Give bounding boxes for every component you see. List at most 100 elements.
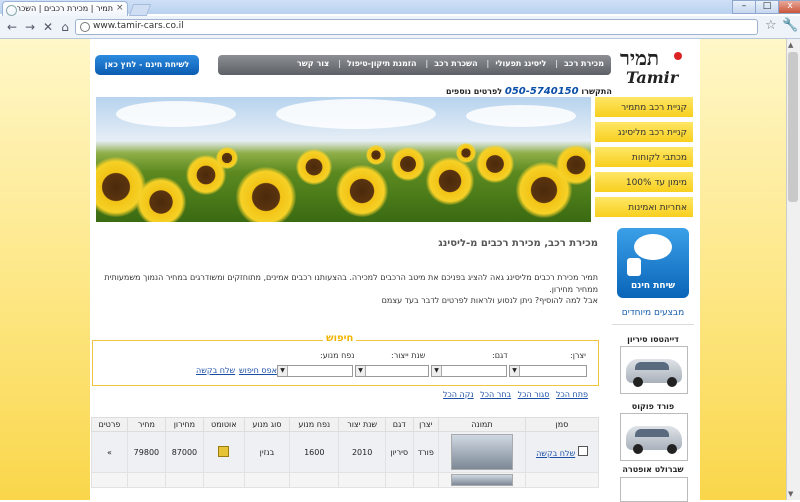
price-cell: 79800 <box>126 431 166 473</box>
model-select[interactable]: ▼ <box>431 365 507 377</box>
image-cell[interactable] <box>438 431 526 473</box>
automatic-cell <box>202 431 245 473</box>
divider <box>612 324 694 325</box>
automatic-icon <box>218 445 230 457</box>
site-logo[interactable]: תמיר Tamir <box>620 46 696 90</box>
car-thumbnail[interactable] <box>450 474 513 486</box>
clear-all-link[interactable]: נקה הכל <box>443 390 474 399</box>
page-title: מכירת רכב, מכירת רכבים מ-ליסינג <box>438 238 598 249</box>
send-request-link[interactable]: שלח בקשה <box>536 449 575 458</box>
model-label: דגם: <box>492 351 508 360</box>
col-maker: יצרן <box>412 417 440 432</box>
row-checkbox[interactable] <box>577 446 588 456</box>
featured-car-image[interactable] <box>620 413 688 461</box>
featured-car-title[interactable]: פורד פוקוס <box>612 402 694 411</box>
sidebar-item-testimonials[interactable]: מכתבי לקוחות <box>595 147 693 169</box>
sidebar-item-warranty[interactable]: אחריות ואמינות <box>595 197 693 219</box>
search-legend: חיפוש <box>323 333 357 344</box>
home-icon[interactable]: ⌂ <box>57 19 73 35</box>
sidebar-item-financing[interactable]: מימון עד 100% <box>595 172 693 194</box>
chat-bubble-icon <box>634 234 672 260</box>
sidebar-item-buy-leasing[interactable]: קניית רכב מליסינג <box>595 122 693 144</box>
scroll-thumb[interactable] <box>788 52 798 202</box>
back-icon[interactable]: ← <box>4 19 20 35</box>
select-cell[interactable]: שלח בקשה <box>524 431 600 473</box>
year-cell: 2010 <box>338 431 386 473</box>
person-icon <box>627 258 641 276</box>
col-automatic: אוטומט <box>202 417 245 432</box>
tab-title: תמיר | מכירת רכבים | השכרה <box>17 4 113 13</box>
scroll-down-icon[interactable]: ▼ <box>788 490 793 498</box>
free-call-label: שיחת חינם <box>630 281 676 291</box>
fuel-cell: בנזין <box>243 431 291 473</box>
forward-icon[interactable]: → <box>22 19 38 35</box>
contact-prefix: התקשרו <box>581 87 612 96</box>
minimize-button[interactable]: – <box>732 0 756 14</box>
free-call-widget[interactable]: שיחת חינם <box>617 228 689 298</box>
browser-toolbar: ← → ✕ ⌂ www.tamir-cars.co.il <box>0 16 800 39</box>
list-price-cell: 87000 <box>164 431 204 473</box>
cars-table: סמן תמונה יצרן דגם שנת יצור נפח מנוע סוג… <box>91 417 600 488</box>
featured-car-image[interactable] <box>620 477 688 502</box>
table-row <box>91 472 600 488</box>
contact-phone[interactable]: 050-5740150 <box>505 86 579 97</box>
car-thumbnail[interactable] <box>450 434 513 470</box>
sidebar-item-buy-from-tamir[interactable]: קניית רכב מתמיר <box>595 97 693 119</box>
intro-text-2: אבל למה להוסיף? ניתן לנסוע ולראות לפרטים… <box>381 296 598 305</box>
engine-cell: 1600 <box>289 431 340 473</box>
logo-latin: Tamir <box>626 68 679 87</box>
scroll-up-icon[interactable]: ▲ <box>788 41 793 49</box>
table-row: שלח בקשה פורד סיריון 2010 1600 בנזין 870… <box>91 431 600 473</box>
nav-item-rental[interactable]: השכרת רכב <box>431 59 480 68</box>
table-header-row: סמן תמונה יצרן דגם שנת יצור נפח מנוע סוג… <box>91 417 600 432</box>
search-box <box>92 340 599 386</box>
intro-text: תמיר מכירת רכבים מליסינג גאה להציג בפניכ… <box>104 273 598 294</box>
engine-select[interactable]: ▼ <box>277 365 353 377</box>
send-request-link[interactable]: שלח בקשה <box>196 366 235 375</box>
stop-icon[interactable]: ✕ <box>40 19 56 35</box>
logo-dot <box>674 52 682 60</box>
col-year: שנת יצור <box>338 417 386 432</box>
page-icon <box>80 22 90 32</box>
details-expand-icon[interactable]: » <box>91 431 128 473</box>
maximize-button[interactable]: □ <box>755 0 779 14</box>
col-model: דגם <box>384 417 414 432</box>
top-navigation: מכירת רכב| ליסינג תפעולי| השכרת רכב| הזמ… <box>218 55 611 75</box>
bookmark-star-icon[interactable]: ☆ <box>765 18 777 33</box>
favicon-icon <box>6 5 17 16</box>
close-window-button[interactable]: x <box>778 0 800 14</box>
col-image: תמונה <box>438 417 526 432</box>
featured-car-title[interactable]: שברולט אופטרה <box>612 465 694 474</box>
maker-label: יצרן: <box>570 351 586 360</box>
wrench-icon[interactable]: 🔧 <box>782 18 798 33</box>
engine-label: נפח מנוע: <box>320 351 355 360</box>
table-actions: פתח הכל סגור הכל בחר הכל נקה הכל <box>439 390 588 399</box>
new-tab-button[interactable] <box>128 4 152 16</box>
nav-item-car-sales[interactable]: מכירת רכב <box>561 59 607 68</box>
col-price: מחיר <box>126 417 166 432</box>
nav-item-leasing[interactable]: ליסינג תפעולי <box>492 59 549 68</box>
select-all-link[interactable]: בחר הכל <box>480 390 511 399</box>
open-all-link[interactable]: פתח הכל <box>556 390 588 399</box>
featured-car-title[interactable]: דייהטסו סיריון <box>612 335 694 344</box>
nav-item-repair[interactable]: הזמנת תיקון-טיפול <box>344 59 420 68</box>
maker-cell: פורד <box>412 431 440 473</box>
maker-select[interactable]: ▼ <box>509 365 587 377</box>
reset-search-link[interactable]: אפס חיפוש <box>239 366 277 375</box>
address-bar[interactable]: www.tamir-cars.co.il <box>75 19 758 35</box>
col-select: סמן <box>524 417 600 432</box>
featured-car-image[interactable] <box>620 346 688 394</box>
close-all-link[interactable]: סגור הכל <box>518 390 550 399</box>
col-list-price: מחירון <box>164 417 204 432</box>
contact-suffix: לפרטים נוספים <box>446 87 503 96</box>
model-cell: סיריון <box>384 431 414 473</box>
year-label: שנת ייצור: <box>391 351 426 360</box>
col-fuel: סוג מנוע <box>243 417 291 432</box>
close-tab-icon[interactable]: × <box>116 3 124 13</box>
free-call-button[interactable]: לשיחת חינם - לחץ כאן <box>95 55 199 75</box>
col-details: פרטים <box>91 417 128 432</box>
col-engine: נפח מנוע <box>289 417 340 432</box>
sunflower-banner <box>96 97 591 222</box>
nav-item-contact[interactable]: צור קשר <box>294 59 332 68</box>
year-select[interactable]: ▼ <box>355 365 429 377</box>
